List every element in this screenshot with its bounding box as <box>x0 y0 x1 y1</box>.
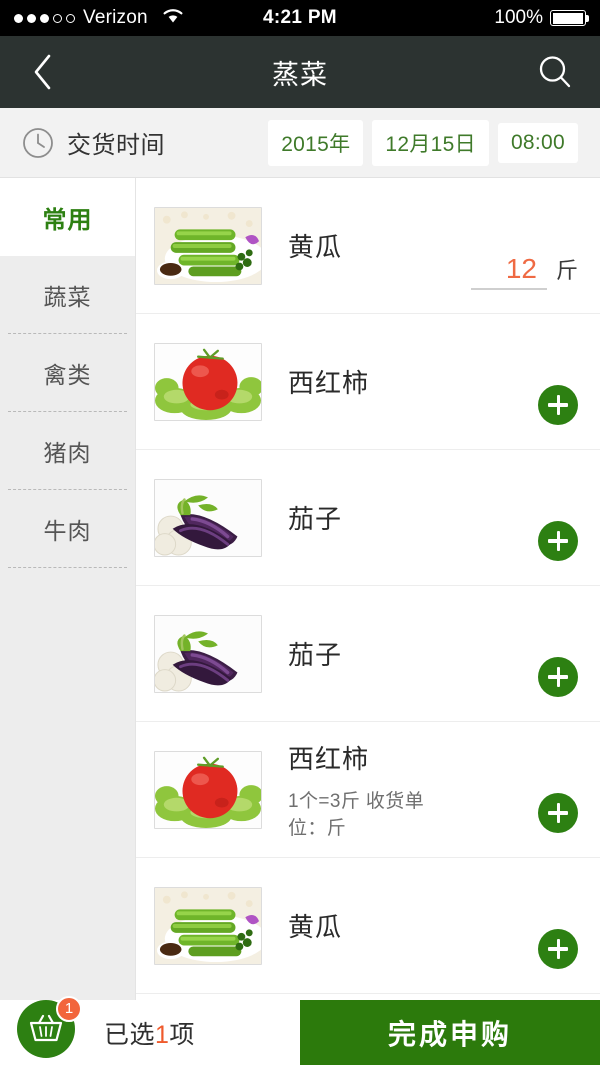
battery-percent-label: 100% <box>494 7 543 28</box>
sidebar-item-niurou[interactable]: 牛肉 <box>0 490 135 568</box>
product-name: 西红柿 <box>288 744 370 774</box>
sidebar-item-changyong[interactable]: 常用 <box>0 178 135 256</box>
product-name: 茄子 <box>288 504 343 534</box>
product-name: 黄瓜 <box>288 232 343 262</box>
status-bar: Verizon 4:21 PM 100% <box>0 0 600 36</box>
add-to-cart-button[interactable] <box>538 792 578 833</box>
product-action <box>450 450 600 585</box>
delivery-date-picker[interactable]: 12月15日 <box>372 119 489 166</box>
product-action <box>450 722 600 857</box>
list-item[interactable]: 黄瓜 12 斤 <box>136 178 600 314</box>
product-action: 12 斤 <box>450 178 600 313</box>
sidebar-item-qinlei[interactable]: 禽类 <box>0 334 135 412</box>
product-info: 茄子 <box>288 635 450 672</box>
product-thumbnail-tomato <box>154 342 262 421</box>
bottom-bar: 1 已选1项 完成申购 <box>0 995 600 1065</box>
add-to-cart-button[interactable] <box>538 656 578 697</box>
cart-count-badge: 1 <box>56 995 82 1022</box>
product-action <box>450 314 600 449</box>
product-info: 黄瓜 <box>288 907 450 944</box>
wifi-icon <box>162 7 184 30</box>
clock-icon <box>22 127 54 159</box>
sidebar-item-shucai[interactable]: 蔬菜 <box>0 256 135 334</box>
delivery-time-label: 交货时间 <box>67 132 165 159</box>
sidebar-item-label: 牛肉 <box>43 518 92 544</box>
signal-strength-icon <box>14 13 75 23</box>
delivery-time-pills: 2015年 12月15日 08:00 <box>268 119 578 166</box>
list-item[interactable]: 黄瓜 <box>136 858 600 994</box>
status-bar-right: 100% <box>494 7 589 29</box>
list-item[interactable]: 茄子 <box>136 586 600 722</box>
product-thumbnail-eggplant <box>154 614 262 693</box>
back-button[interactable] <box>16 36 70 108</box>
list-item[interactable]: 茄子 <box>136 450 600 586</box>
category-sidebar: 常用 蔬菜 禽类 猪肉 牛肉 <box>0 178 136 1000</box>
add-to-cart-button[interactable] <box>538 928 578 969</box>
delivery-hour-picker[interactable]: 08:00 <box>497 122 578 163</box>
product-thumbnail-cucumber <box>154 886 262 965</box>
product-action <box>450 858 600 993</box>
product-thumbnail-cucumber <box>154 206 262 285</box>
search-button[interactable] <box>528 36 582 108</box>
cart-button[interactable]: 1 <box>0 995 92 1062</box>
sidebar-item-label: 禽类 <box>43 362 92 388</box>
add-to-cart-button[interactable] <box>538 520 578 561</box>
submit-order-button[interactable]: 完成申购 <box>300 1000 600 1065</box>
carrier-label: Verizon <box>83 7 148 28</box>
app-screen: Verizon 4:21 PM 100% 蒸菜 交货时间 2015年 12月15… <box>0 0 600 1065</box>
status-bar-left: Verizon <box>14 7 184 30</box>
product-action <box>450 586 600 721</box>
selected-prefix: 已选 <box>104 1020 156 1049</box>
product-name: 黄瓜 <box>288 912 343 942</box>
chevron-left-icon <box>34 54 51 90</box>
page-title: 蒸菜 <box>272 59 328 90</box>
selected-count-label: 已选1项 <box>104 1015 195 1051</box>
search-icon <box>539 56 571 88</box>
list-item[interactable]: 西红柿 <box>136 314 600 450</box>
quantity-value[interactable]: 12 <box>470 253 547 290</box>
quantity-stepper[interactable]: 12 斤 <box>470 253 578 290</box>
product-thumbnail-tomato <box>154 750 262 829</box>
product-name: 西红柿 <box>288 368 370 398</box>
navigation-bar: 蒸菜 <box>0 36 600 108</box>
battery-icon <box>550 10 589 26</box>
delivery-time-bar: 交货时间 2015年 12月15日 08:00 <box>0 108 600 178</box>
product-unit-note: 1个=3斤 收货单位：斤 <box>288 791 425 839</box>
list-item[interactable]: 西红柿 1个=3斤 收货单位：斤 <box>136 722 600 858</box>
add-to-cart-button[interactable] <box>538 384 578 425</box>
selected-count: 1 <box>155 1020 170 1049</box>
content-area: 常用 蔬菜 禽类 猪肉 牛肉 黄瓜 12 斤 西红柿 茄子 茄子 西红柿 1个=… <box>0 178 600 1000</box>
product-list[interactable]: 黄瓜 12 斤 西红柿 茄子 茄子 西红柿 1个=3斤 收货单位：斤 黄瓜 <box>136 178 600 1000</box>
selected-suffix: 项 <box>169 1020 195 1049</box>
product-thumbnail-eggplant <box>154 478 262 557</box>
product-info: 西红柿 <box>288 363 450 400</box>
sidebar-item-label: 蔬菜 <box>43 284 92 310</box>
sidebar-item-label: 猪肉 <box>43 440 92 466</box>
product-name: 茄子 <box>288 640 343 670</box>
delivery-year-picker[interactable]: 2015年 <box>268 119 364 166</box>
product-info: 西红柿 1个=3斤 收货单位：斤 <box>288 739 450 840</box>
product-info: 黄瓜 <box>288 227 450 264</box>
sidebar-item-label: 常用 <box>42 206 93 234</box>
product-info: 茄子 <box>288 499 450 536</box>
quantity-unit: 斤 <box>555 258 578 283</box>
sidebar-item-zhurou[interactable]: 猪肉 <box>0 412 135 490</box>
